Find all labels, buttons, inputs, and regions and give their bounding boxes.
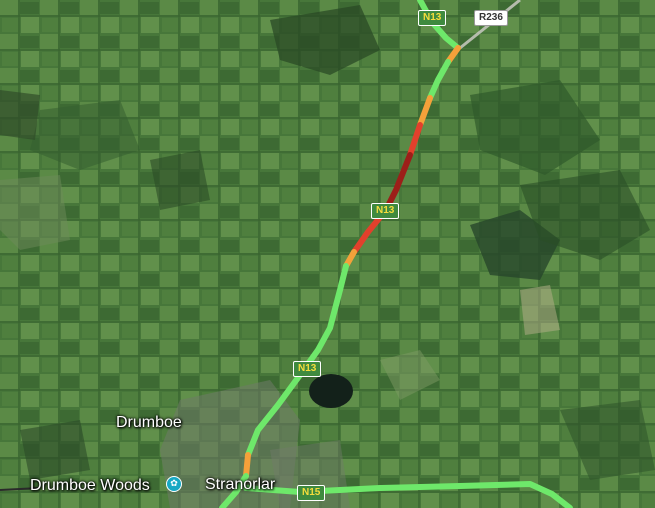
road-shield-n13: N13 <box>371 203 400 219</box>
road-shield-n15: N15 <box>297 485 326 501</box>
lake <box>309 374 353 408</box>
park-icon[interactable]: ✿ <box>166 476 182 492</box>
satellite-imagery <box>0 0 655 508</box>
road-shield-n13: N13 <box>418 10 447 26</box>
place-label-drumboe[interactable]: Drumboe <box>116 414 182 432</box>
road-shield-n13: N13 <box>293 361 322 377</box>
place-label-stranorlar[interactable]: Stranorlar <box>205 476 275 494</box>
place-label-drumboe-woods[interactable]: Drumboe Woods <box>30 477 150 495</box>
road-shield-r236: R236 <box>474 10 508 26</box>
road-n13-segment-moderate <box>243 452 251 479</box>
map-viewport[interactable]: N13 R236 N13 N13 N15 Drumboe Drumboe Woo… <box>0 0 655 508</box>
